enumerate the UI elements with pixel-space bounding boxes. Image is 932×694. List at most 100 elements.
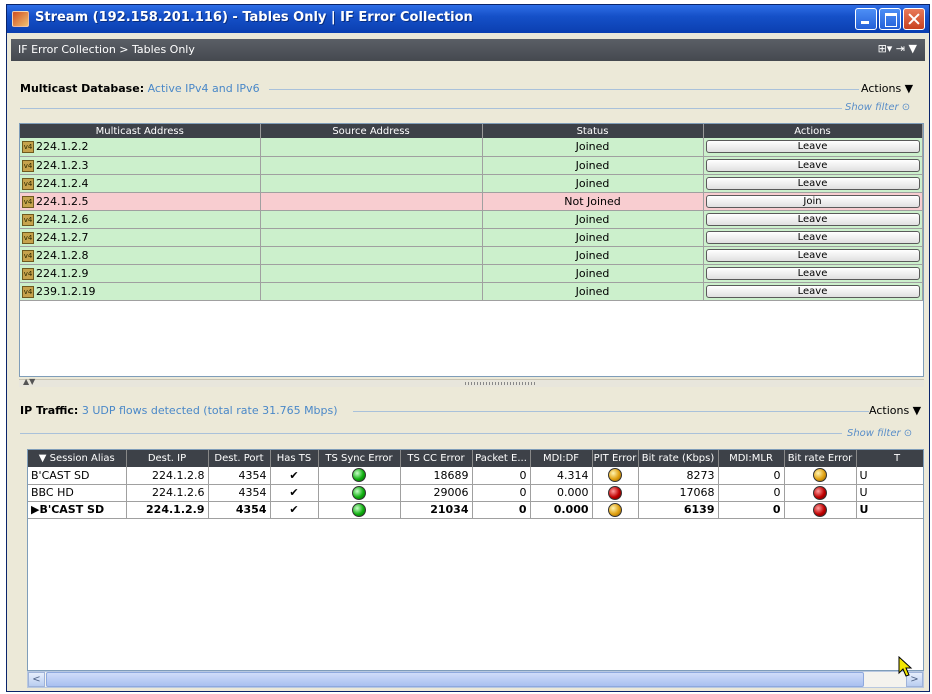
view-options-icon[interactable]: ⊞▾ ⇥ ▼ bbox=[878, 42, 917, 55]
source-address-cell bbox=[260, 246, 483, 265]
mdi-mlr-cell: 0 bbox=[718, 467, 785, 485]
multicast-address-cell: v4 224.1.2.8 bbox=[20, 246, 261, 265]
scroll-left-button[interactable]: < bbox=[28, 672, 45, 687]
session-alias-cell: ▶B'CAST SD bbox=[28, 501, 127, 519]
splitter-grip[interactable] bbox=[465, 382, 535, 385]
col-bit-rate[interactable]: Bit rate (Kbps) bbox=[638, 450, 719, 467]
status-cell: Joined bbox=[482, 282, 704, 301]
multicast-subtitle: Active IPv4 and IPv6 bbox=[147, 82, 260, 95]
leave-button[interactable]: Leave bbox=[705, 230, 920, 244]
leave-button[interactable]: Leave bbox=[705, 284, 920, 298]
col-bit-rate-error[interactable]: Bit rate Error bbox=[784, 450, 857, 467]
show-filter-label: Show filter bbox=[845, 102, 899, 113]
session-alias-cell: B'CAST SD bbox=[28, 467, 127, 485]
leave-button[interactable]: Leave bbox=[705, 212, 920, 226]
ipv4-badge-icon: v4 bbox=[22, 285, 34, 298]
bit-rate-error-cell bbox=[784, 467, 857, 485]
join-button[interactable]: Join bbox=[705, 194, 920, 208]
sort-marker-icon: ▼ bbox=[38, 453, 47, 464]
multicast-address: 224.1.2.3 bbox=[36, 158, 89, 172]
multicast-address: 224.1.2.9 bbox=[36, 266, 89, 280]
leave-button[interactable]: Leave bbox=[705, 140, 920, 154]
col-session-alias[interactable]: ▼ Session Alias bbox=[28, 450, 127, 467]
ipv4-badge-icon: v4 bbox=[22, 195, 34, 208]
ip-traffic-title: IP Traffic: bbox=[20, 404, 79, 417]
red-status-icon bbox=[608, 485, 622, 500]
title-bar[interactable]: Stream (192.158.201.116) - Tables Only |… bbox=[7, 5, 929, 33]
action-cell: Leave bbox=[703, 174, 923, 193]
collapse-arrows-icon[interactable]: ▲▼ bbox=[23, 377, 35, 386]
ts-sync-error-cell bbox=[318, 484, 401, 502]
source-address-cell bbox=[260, 156, 483, 175]
ip-traffic-show-filter-link[interactable]: Show filter ⊙ bbox=[847, 428, 912, 439]
multicast-title: Multicast Database: bbox=[20, 82, 145, 95]
ip-traffic-subtitle: 3 UDP flows detected (total rate 31.765 … bbox=[81, 404, 338, 417]
t-cell: U bbox=[856, 467, 923, 485]
col-packet-error[interactable]: Packet E... bbox=[472, 450, 531, 467]
has-ts-check-icon: ✔ bbox=[270, 467, 319, 485]
leave-button[interactable]: Leave bbox=[705, 158, 920, 172]
ipv4-badge-icon: v4 bbox=[22, 249, 34, 262]
multicast-row[interactable]: v4 224.1.2.7 Joined Leave bbox=[20, 228, 923, 247]
action-cell: Leave bbox=[703, 246, 923, 265]
ip-traffic-table-panel: ▼ Session Alias Dest. IP Dest. Port Has … bbox=[27, 449, 924, 671]
pit-error-cell bbox=[592, 484, 639, 502]
multicast-row[interactable]: v4 224.1.2.3 Joined Leave bbox=[20, 156, 923, 175]
multicast-row[interactable]: v4 239.1.2.19 Joined Leave bbox=[20, 282, 923, 301]
col-multicast-address[interactable]: Multicast Address bbox=[20, 124, 261, 138]
close-button[interactable] bbox=[903, 8, 925, 30]
maximize-button[interactable] bbox=[879, 8, 901, 30]
col-pit-error[interactable]: PIT Error bbox=[592, 450, 639, 467]
traffic-row[interactable]: B'CAST SD 224.1.2.8 4354 ✔ 18689 0 4.314 8273 0 U bbox=[28, 467, 923, 485]
col-label: Session Alias bbox=[49, 453, 115, 464]
minimize-button[interactable] bbox=[855, 8, 877, 30]
status-cell: Not Joined bbox=[482, 192, 704, 211]
col-ts-cc-error[interactable]: TS CC Error bbox=[400, 450, 473, 467]
dest-port-cell: 4354 bbox=[208, 484, 271, 502]
source-address-cell bbox=[260, 282, 483, 301]
multicast-row[interactable]: v4 224.1.2.5 Not Joined Join bbox=[20, 192, 923, 211]
col-has-ts[interactable]: Has TS bbox=[270, 450, 319, 467]
leave-button[interactable]: Leave bbox=[705, 266, 920, 280]
col-dest-ip[interactable]: Dest. IP bbox=[126, 450, 209, 467]
col-mdi-df[interactable]: MDI:DF bbox=[530, 450, 593, 467]
ip-traffic-actions-menu[interactable]: Actions ▼ bbox=[869, 404, 921, 417]
action-cell: Leave bbox=[703, 156, 923, 175]
multicast-row[interactable]: v4 224.1.2.2 Joined Leave bbox=[20, 138, 923, 157]
col-status[interactable]: Status bbox=[482, 124, 704, 138]
ipv4-badge-icon: v4 bbox=[22, 159, 34, 172]
ip-traffic-section-title: IP Traffic: 3 UDP flows detected (total … bbox=[20, 404, 338, 417]
ipv4-badge-icon: v4 bbox=[22, 177, 34, 190]
col-dest-port[interactable]: Dest. Port bbox=[208, 450, 271, 467]
show-filter-label: Show filter bbox=[847, 428, 901, 439]
leave-button[interactable]: Leave bbox=[705, 176, 920, 190]
col-mdi-mlr[interactable]: MDI:MLR bbox=[718, 450, 785, 467]
horizontal-scrollbar[interactable]: < > bbox=[27, 671, 924, 688]
multicast-address-cell: v4 224.1.2.3 bbox=[20, 156, 261, 175]
multicast-address: 224.1.2.7 bbox=[36, 230, 89, 244]
scrollbar-thumb[interactable] bbox=[46, 672, 864, 687]
multicast-address: 239.1.2.19 bbox=[36, 284, 96, 298]
col-source-address[interactable]: Source Address bbox=[260, 124, 483, 138]
col-t[interactable]: T bbox=[856, 450, 923, 467]
traffic-row[interactable]: ▶B'CAST SD 224.1.2.9 4354 ✔ 21034 0 0.000 6139 0… bbox=[28, 501, 923, 519]
col-actions[interactable]: Actions bbox=[703, 124, 923, 138]
multicast-row[interactable]: v4 224.1.2.4 Joined Leave bbox=[20, 174, 923, 193]
mdi-mlr-cell: 0 bbox=[718, 501, 785, 519]
multicast-row[interactable]: v4 224.1.2.9 Joined Leave bbox=[20, 264, 923, 283]
multicast-actions-menu[interactable]: Actions ▼ bbox=[861, 82, 913, 95]
ipv4-badge-icon: v4 bbox=[22, 213, 34, 226]
breadcrumb[interactable]: IF Error Collection > Tables Only bbox=[18, 43, 195, 56]
ipv4-badge-icon: v4 bbox=[22, 231, 34, 244]
session-alias: B'CAST SD bbox=[39, 503, 105, 516]
has-ts-check-icon: ✔ bbox=[270, 484, 319, 502]
traffic-row[interactable]: BBC HD 224.1.2.6 4354 ✔ 29006 0 0.000 17068 0 U bbox=[28, 484, 923, 502]
multicast-row[interactable]: v4 224.1.2.8 Joined Leave bbox=[20, 246, 923, 265]
multicast-row[interactable]: v4 224.1.2.6 Joined Leave bbox=[20, 210, 923, 229]
bit-rate-cell: 17068 bbox=[638, 484, 719, 502]
multicast-show-filter-link[interactable]: Show filter ⊙ bbox=[845, 102, 910, 113]
leave-button[interactable]: Leave bbox=[705, 248, 920, 262]
panel-splitter[interactable]: ▲▼ bbox=[19, 377, 924, 387]
col-ts-sync-error[interactable]: TS Sync Error bbox=[318, 450, 401, 467]
action-cell: Leave bbox=[703, 138, 923, 157]
